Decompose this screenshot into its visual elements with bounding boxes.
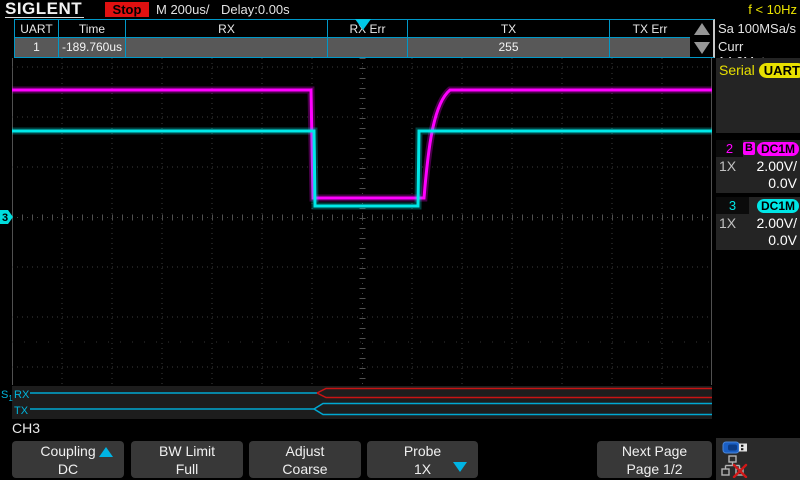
- column-header-txerr: TX Err: [610, 20, 690, 38]
- rx-bus-label: RX: [14, 389, 30, 401]
- trigger-position-icon[interactable]: [355, 19, 371, 30]
- column-header-rx: RX: [126, 20, 328, 38]
- row-cell-rx[interactable]: [126, 38, 328, 57]
- channel3-offset: 0.0V: [716, 232, 800, 248]
- menu-button-nextpage[interactable]: Next Page Page 1/2: [597, 441, 712, 478]
- table-scroll-cell: [690, 20, 713, 57]
- channel2-number: 2: [716, 140, 743, 157]
- menu-button-title: Next Page: [597, 442, 712, 460]
- menu-button-probe[interactable]: Probe 1X: [367, 441, 478, 478]
- row-cell-tx[interactable]: 255: [408, 38, 610, 57]
- row-cell-time[interactable]: -189.760us: [59, 38, 126, 57]
- sample-rate-readout: Sa 100MSa/s: [718, 21, 796, 36]
- column-header-uart: UART: [15, 20, 59, 38]
- menu-button-bwlimit[interactable]: BW Limit Full: [131, 441, 243, 478]
- channel3-scale: 2.00V/: [757, 215, 797, 232]
- status-icon-panel: [716, 438, 800, 480]
- timebase-readout: M 200us/: [156, 2, 209, 17]
- menu-button-value: DC: [12, 460, 124, 478]
- row-cell-index[interactable]: 1: [15, 38, 59, 57]
- column-header-tx: TX: [408, 20, 610, 38]
- menu-button-value: Page 1/2: [597, 460, 712, 478]
- run-state-badge[interactable]: Stop: [105, 2, 149, 17]
- delay-readout: Delay:0.00s: [221, 2, 290, 17]
- channel3-coupling-badge: DC1M: [757, 199, 799, 213]
- waveform-display: 3 S1 RX TX: [0, 58, 716, 440]
- channel2-atten: 1X: [719, 158, 736, 175]
- oscilloscope-screen: SIGLENT Stop M 200us/ Delay:0.00s f < 10…: [0, 0, 800, 480]
- active-channel-label: CH3: [12, 420, 40, 436]
- menu-button-title: BW Limit: [131, 442, 243, 460]
- up-arrow-icon: [99, 447, 113, 457]
- menu-button-value: Coarse: [249, 460, 361, 478]
- ch3-level-marker[interactable]: 3: [0, 210, 13, 224]
- trigger-frequency-readout: f < 10Hz: [727, 2, 797, 17]
- column-header-time: Time: [59, 20, 126, 38]
- ch3-marker-label: 3: [2, 212, 8, 224]
- scroll-down-icon[interactable]: [694, 42, 710, 54]
- serial-label: Serial: [719, 62, 755, 78]
- scroll-up-icon[interactable]: [694, 23, 710, 35]
- down-arrow-icon: [453, 462, 467, 472]
- channel3-number: 3: [716, 197, 749, 214]
- channel2-scale: 2.00V/: [757, 158, 797, 175]
- usb-device-icon: [722, 441, 750, 455]
- channel2-offset: 0.0V: [716, 175, 800, 191]
- serial-type-badge: UART: [759, 63, 800, 78]
- channel2-info-box[interactable]: 2 B DC1M 1X 2.00V/ 0.0V: [716, 140, 800, 193]
- menu-button-coupling[interactable]: Coupling DC: [12, 441, 124, 478]
- channel2-coupling-badge: DC1M: [757, 142, 799, 156]
- row-cell-txerr[interactable]: [610, 38, 690, 57]
- menu-button-title: Probe: [367, 442, 478, 460]
- menu-button-value: Full: [131, 460, 243, 478]
- lan-disconnected-icon: [721, 455, 751, 478]
- row-cell-rxerr[interactable]: [328, 38, 408, 57]
- decode-source-label: S1: [1, 389, 13, 403]
- channel3-info-box[interactable]: 3 DC1M 1X 2.00V/ 0.0V: [716, 197, 800, 250]
- menu-button-adjust[interactable]: Adjust Coarse: [249, 441, 361, 478]
- menu-button-title: Adjust: [249, 442, 361, 460]
- brand-logo: SIGLENT: [5, 0, 84, 18]
- channel2-bwlimit-badge: B: [743, 142, 755, 155]
- serial-decode-panel[interactable]: Serial UART: [716, 58, 800, 133]
- channel3-atten: 1X: [719, 215, 736, 232]
- tx-bus-label: TX: [14, 405, 29, 417]
